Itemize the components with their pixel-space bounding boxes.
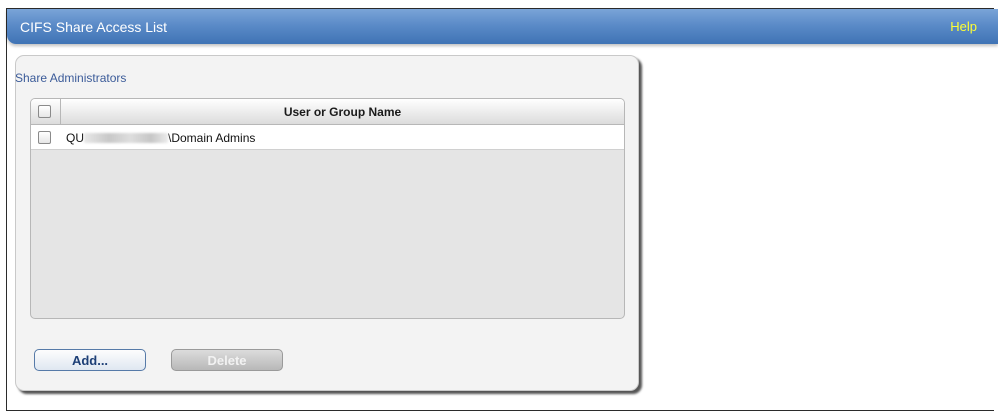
page-title: CIFS Share Access List [20, 19, 168, 35]
domain-prefix: QU [66, 131, 84, 145]
title-bar: CIFS Share Access List Help [7, 9, 998, 44]
administrators-list: User or Group Name QU \Domain Admins [30, 98, 625, 319]
section-title: Share Administrators [15, 71, 127, 85]
add-button[interactable]: Add... [34, 349, 146, 371]
delete-button[interactable]: Delete [171, 349, 283, 371]
group-suffix: \Domain Admins [168, 131, 256, 145]
table-row[interactable]: QU \Domain Admins [31, 125, 624, 150]
help-link[interactable]: Help [950, 19, 977, 34]
user-or-group-name: QU \Domain Admins [66, 131, 255, 145]
select-all-checkbox[interactable] [38, 105, 51, 118]
column-header-user-or-group[interactable]: User or Group Name [61, 105, 624, 119]
redacted-domain-blur [84, 133, 168, 143]
header-checkbox-cell [31, 99, 61, 124]
list-header: User or Group Name [31, 99, 624, 125]
row-checkbox[interactable] [38, 131, 51, 144]
